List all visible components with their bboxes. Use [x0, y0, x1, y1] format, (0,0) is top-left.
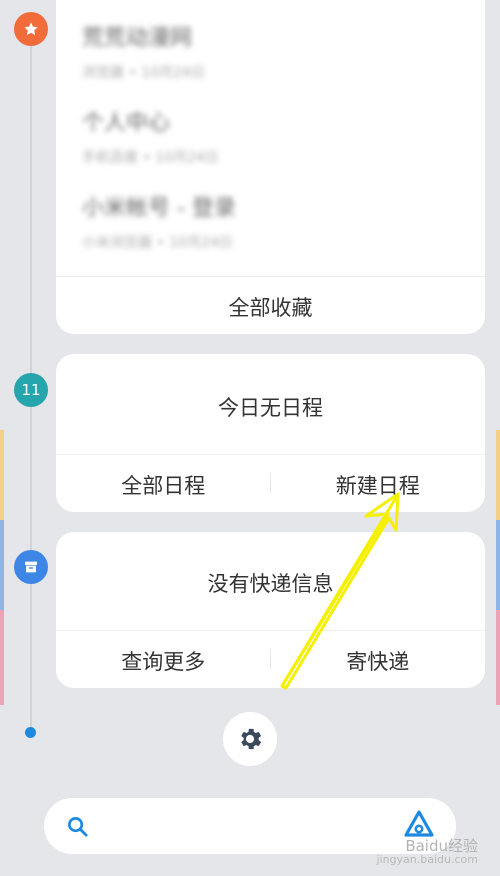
watermark-brand: Baidu经验	[405, 837, 478, 855]
favorites-card: 荒荒动漫网 浏览器 • 10月24日 个人中心 手机百度 • 10月24日 小米…	[56, 0, 485, 334]
edge-stripe	[0, 610, 4, 705]
calendar-card: 今日无日程 全部日程 新建日程	[56, 354, 485, 512]
favorite-subtitle: 浏览器 • 10月24日	[82, 65, 205, 81]
divider	[56, 454, 485, 455]
favorites-node	[14, 12, 48, 46]
new-schedule-button[interactable]: 新建日程	[271, 470, 486, 500]
settings-button[interactable]	[223, 712, 277, 766]
send-express-button[interactable]: 寄快递	[271, 646, 486, 676]
favorite-title: 个人中心	[82, 111, 171, 136]
all-schedules-button[interactable]: 全部日程	[56, 470, 271, 500]
favorite-title: 小米帐号 - 登录	[82, 196, 236, 221]
calendar-day-number: 11	[21, 381, 41, 399]
favorite-item[interactable]: 小米帐号 - 登录 小米浏览器 • 10月24日	[82, 190, 236, 252]
favorite-subtitle: 小米浏览器 • 10月24日	[82, 235, 233, 251]
gear-icon	[241, 728, 262, 750]
box-icon	[25, 561, 37, 573]
favorite-item[interactable]: 个人中心 手机百度 • 10月24日	[82, 105, 219, 167]
favorite-subtitle: 手机百度 • 10月24日	[82, 150, 219, 166]
divider	[56, 276, 485, 277]
query-more-button[interactable]: 查询更多	[56, 646, 271, 676]
watermark: Baidu经验 jingyan.baidu.com	[376, 837, 478, 867]
edge-stripe	[0, 430, 4, 520]
calendar-day-node: 11	[14, 373, 48, 407]
edge-stripe	[0, 520, 4, 610]
star-icon	[24, 22, 38, 36]
edge-stripe	[496, 520, 500, 610]
express-card: 没有快递信息 查询更多 寄快递	[56, 532, 485, 688]
edge-stripe	[496, 430, 500, 520]
edge-stripe	[496, 610, 500, 705]
timeline-end-dot	[25, 727, 36, 738]
favorite-item[interactable]: 荒荒动漫网 浏览器 • 10月24日	[82, 20, 205, 82]
favorite-title: 荒荒动漫网	[82, 26, 193, 51]
divider	[56, 630, 485, 631]
search-icon[interactable]	[66, 815, 89, 838]
calendar-empty-text: 今日无日程	[218, 396, 323, 420]
express-empty-text: 没有快递信息	[207, 572, 334, 596]
watermark-url: jingyan.baidu.com	[376, 853, 478, 866]
all-favorites-button[interactable]: 全部收藏	[56, 292, 485, 322]
express-node	[14, 550, 48, 584]
